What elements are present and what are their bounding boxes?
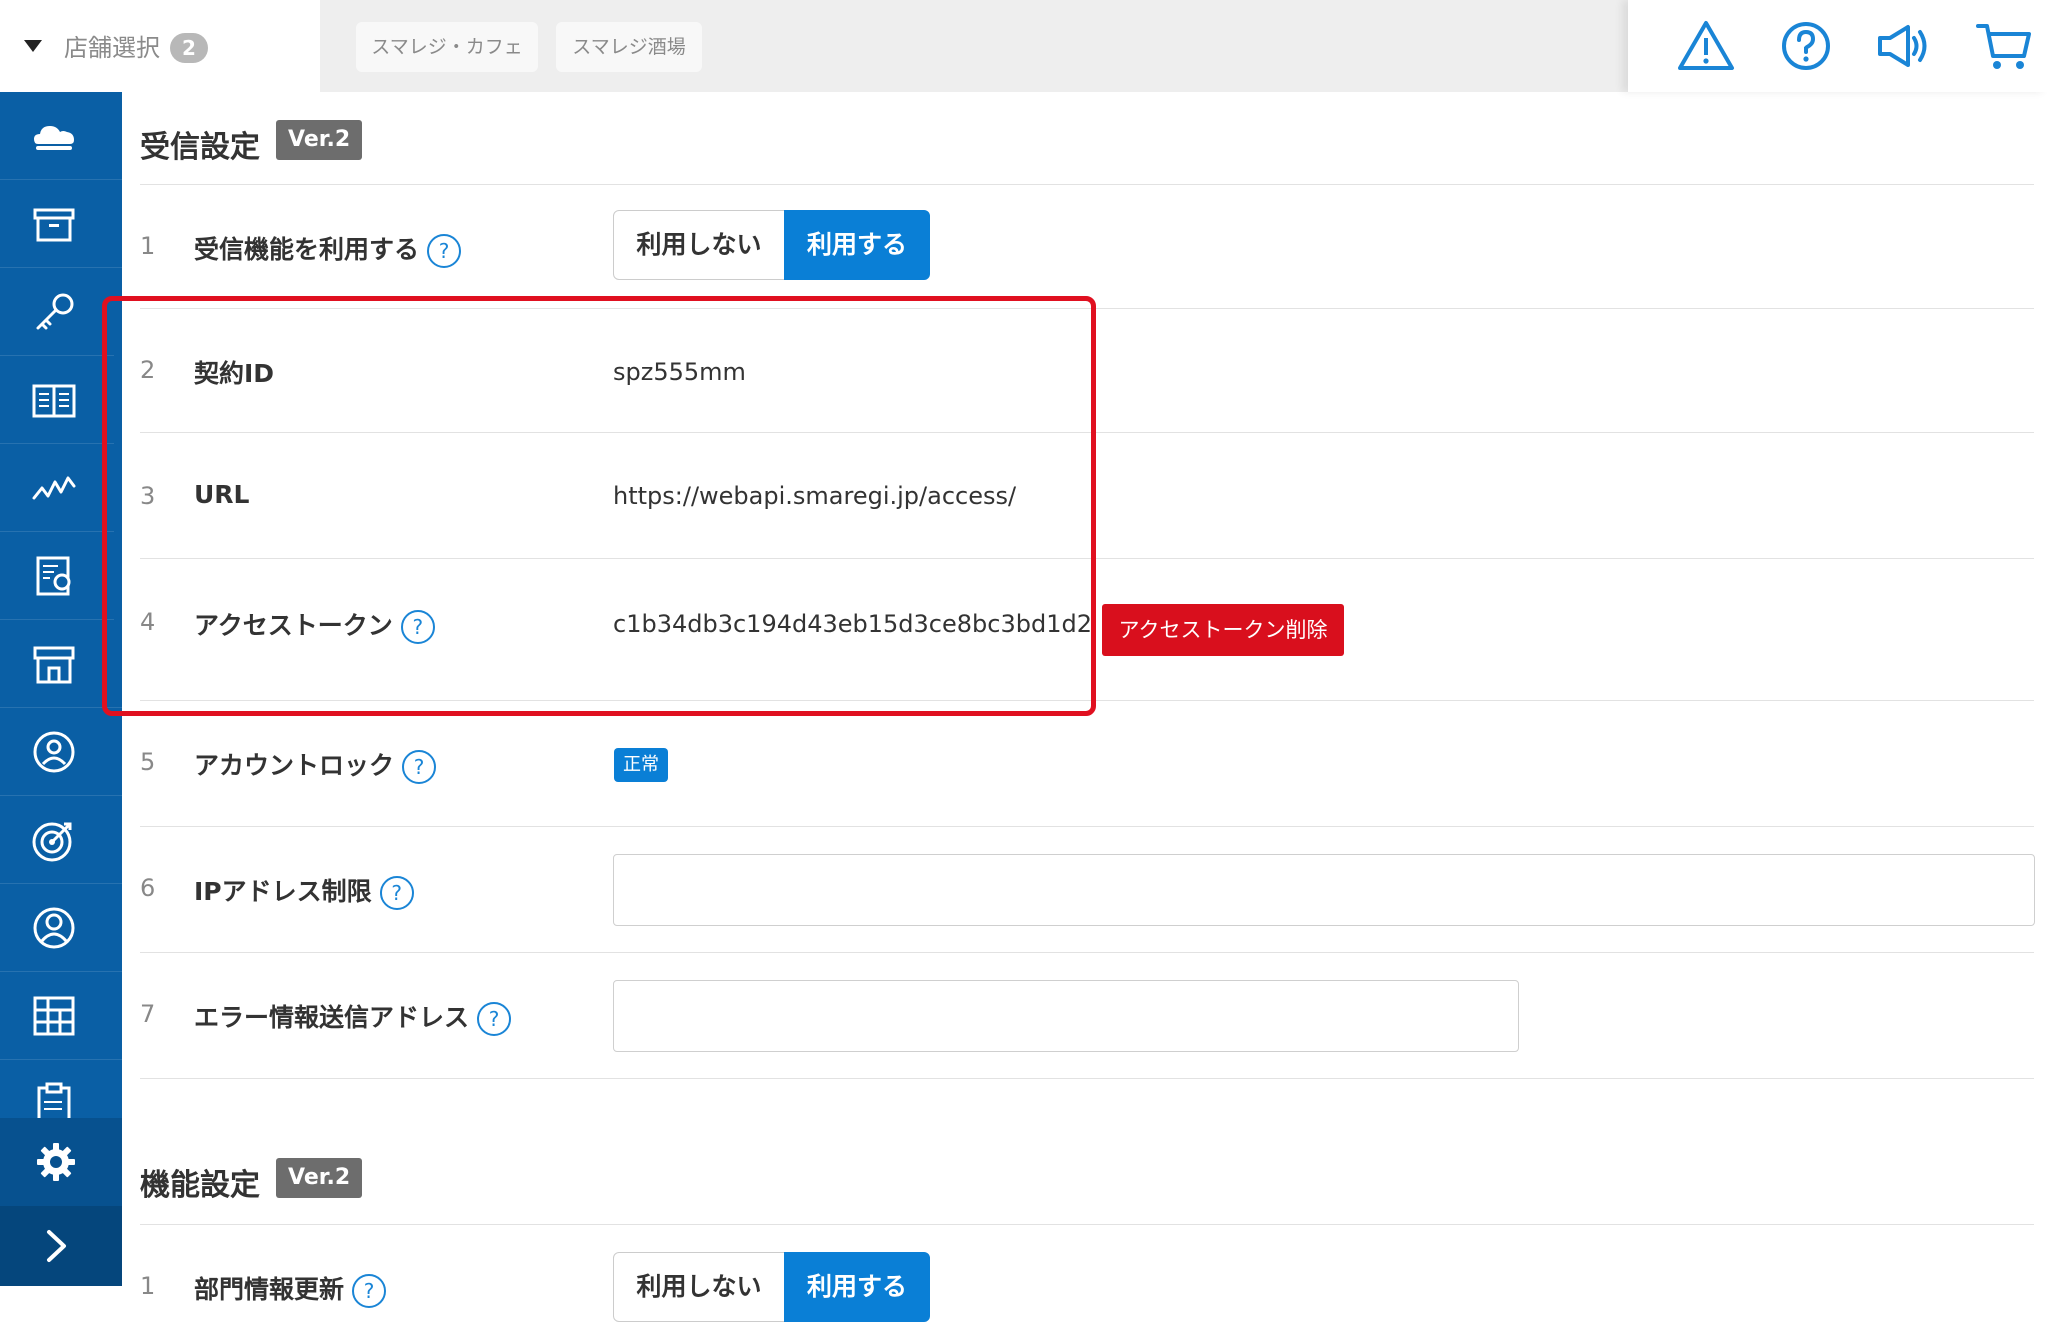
target-icon	[32, 822, 72, 862]
status-badge: 正常	[614, 748, 668, 782]
row-number: 1	[140, 1272, 156, 1300]
report-icon	[36, 556, 71, 596]
top-bar: 店舗選択 2 スマレジ・カフェ スマレジ酒場	[0, 0, 2048, 92]
megaphone-icon[interactable]	[1874, 18, 1934, 74]
option-enable-button[interactable]: 利用する	[784, 210, 930, 280]
grid-icon	[33, 996, 75, 1036]
ip-restriction-input[interactable]	[613, 854, 2035, 926]
row-label-error-address: エラー情報送信アドレス?	[194, 998, 512, 1036]
row-number: 5	[140, 748, 156, 776]
warning-icon[interactable]	[1676, 18, 1736, 74]
row-label-ip-restriction: IPアドレス制限?	[194, 872, 414, 910]
store-tab-sakaba[interactable]: スマレジ酒場	[556, 22, 702, 72]
highlight-frame	[102, 296, 1096, 716]
key-icon	[36, 293, 74, 330]
version-badge: Ver.2	[276, 120, 363, 160]
row-label-receive-function: 受信機能を利用する?	[194, 230, 462, 268]
divider	[140, 1078, 2034, 1079]
sidebar-item-archive[interactable]	[0, 180, 122, 268]
sidebar-item-customer[interactable]	[0, 708, 122, 796]
store-tab-cafe[interactable]: スマレジ・カフェ	[356, 22, 538, 72]
row-number: 6	[140, 874, 156, 902]
store-count-badge: 2	[170, 33, 208, 63]
chevron-right-icon	[47, 1230, 66, 1262]
sidebar-item-grid[interactable]	[0, 972, 122, 1060]
sidebar-item-cloud[interactable]	[0, 92, 122, 180]
store-select-label[interactable]: 店舗選択	[64, 28, 160, 63]
store-icon	[33, 646, 75, 684]
section-title-function: 機能設定	[140, 1168, 260, 1203]
option-enable-button[interactable]: 利用する	[784, 1252, 930, 1322]
divider	[140, 826, 2034, 827]
row-number: 7	[140, 1000, 156, 1028]
sidebar-settings[interactable]	[0, 1118, 122, 1206]
book-icon	[32, 384, 76, 418]
version-badge: Ver.2	[276, 1158, 363, 1198]
row-label-department-update: 部門情報更新?	[194, 1270, 387, 1308]
chart-line-icon	[32, 476, 76, 500]
option-disable-button[interactable]: 利用しない	[613, 210, 785, 280]
delete-token-button[interactable]: アクセストークン削除	[1102, 604, 1344, 656]
error-address-input[interactable]	[613, 980, 1519, 1052]
sidebar-item-user[interactable]	[0, 884, 122, 972]
row-label-account-lock: アカウントロック?	[194, 746, 437, 784]
cloud-icon	[34, 126, 74, 150]
divider	[140, 184, 2034, 185]
cart-icon[interactable]	[1974, 18, 2034, 74]
help-icon[interactable]: ?	[352, 1274, 387, 1308]
help-icon[interactable]: ?	[477, 1002, 512, 1036]
help-icon[interactable]	[1776, 18, 1836, 74]
sidebar-item-target[interactable]	[0, 796, 122, 884]
section-title-receive: 受信設定	[140, 130, 260, 165]
row-number: 1	[140, 232, 156, 260]
help-icon[interactable]: ?	[427, 234, 462, 268]
help-icon[interactable]: ?	[379, 876, 414, 910]
divider	[140, 1224, 2034, 1225]
header-actions	[1628, 0, 2048, 92]
sidebar-expand[interactable]	[0, 1206, 122, 1286]
caret-down-icon[interactable]	[24, 40, 42, 52]
divider	[140, 952, 2034, 953]
user-icon	[33, 907, 75, 949]
archive-icon	[33, 208, 75, 242]
help-icon[interactable]: ?	[402, 750, 437, 784]
store-selector[interactable]: 店舗選択 2	[0, 0, 320, 92]
store-tabs-area: スマレジ・カフェ スマレジ酒場	[320, 0, 1628, 92]
gear-icon	[37, 1143, 75, 1181]
customer-icon	[33, 731, 75, 773]
option-disable-button[interactable]: 利用しない	[613, 1252, 785, 1322]
